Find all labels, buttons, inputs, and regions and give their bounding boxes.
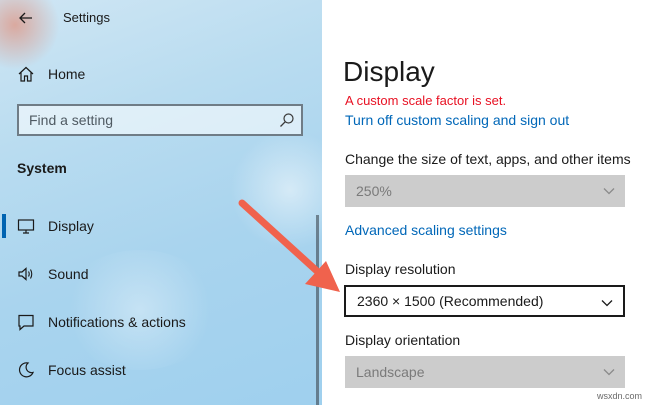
orientation-dropdown: Landscape	[345, 356, 625, 388]
home-icon	[18, 66, 34, 82]
watermark: wsxdn.com	[596, 391, 642, 401]
sidebar-item-label: Home	[48, 66, 86, 82]
page-title: Display	[343, 56, 435, 87]
monitor-icon	[17, 219, 35, 234]
sidebar-item-focus-assist[interactable]: Focus assist	[0, 352, 318, 388]
search-field[interactable]	[17, 104, 303, 136]
advanced-scaling-link[interactable]: Advanced scaling settings	[345, 222, 507, 238]
back-arrow-icon	[19, 12, 32, 24]
orientation-value: Landscape	[356, 364, 425, 380]
scale-label: Change the size of text, apps, and other…	[345, 151, 631, 167]
scale-warning: A custom scale factor is set.	[345, 93, 507, 108]
search-icon[interactable]	[279, 112, 295, 128]
chevron-down-icon	[601, 300, 613, 307]
sidebar-item-sound[interactable]: Sound	[0, 256, 318, 292]
sidebar-item-label: Sound	[48, 266, 89, 282]
back-button[interactable]	[12, 6, 40, 30]
chevron-down-icon	[603, 369, 615, 376]
chevron-down-icon	[603, 188, 615, 195]
sidebar-item-home[interactable]: Home	[0, 58, 322, 90]
main-content: Display A custom scale factor is set. Tu…	[322, 0, 648, 405]
app-title: Settings	[63, 10, 110, 25]
title-bar: Settings	[0, 0, 322, 38]
scale-dropdown: 250%	[345, 175, 625, 207]
resolution-value: 2360 × 1500 (Recommended)	[357, 293, 544, 309]
sidebar-item-label: Display	[48, 218, 94, 234]
resolution-label: Display resolution	[345, 261, 456, 277]
sidebar-item-notifications[interactable]: Notifications & actions	[0, 304, 318, 340]
sidebar-item-label: Notifications & actions	[48, 314, 186, 330]
sidebar-item-display[interactable]: Display	[0, 208, 318, 244]
speaker-icon	[18, 267, 33, 281]
orientation-label: Display orientation	[345, 332, 461, 348]
section-heading: System	[17, 160, 67, 176]
moon-icon	[18, 362, 35, 378]
selection-indicator	[2, 214, 6, 238]
notification-icon	[18, 314, 34, 331]
turn-off-custom-scaling-link[interactable]: Turn off custom scaling and sign out	[345, 112, 569, 128]
scale-value: 250%	[356, 183, 392, 199]
resolution-dropdown[interactable]: 2360 × 1500 (Recommended)	[344, 285, 625, 317]
search-input[interactable]	[19, 107, 259, 133]
sidebar: Settings Home System Display Sound	[0, 0, 322, 405]
sidebar-item-label: Focus assist	[48, 362, 126, 378]
scrollbar[interactable]	[316, 215, 319, 405]
